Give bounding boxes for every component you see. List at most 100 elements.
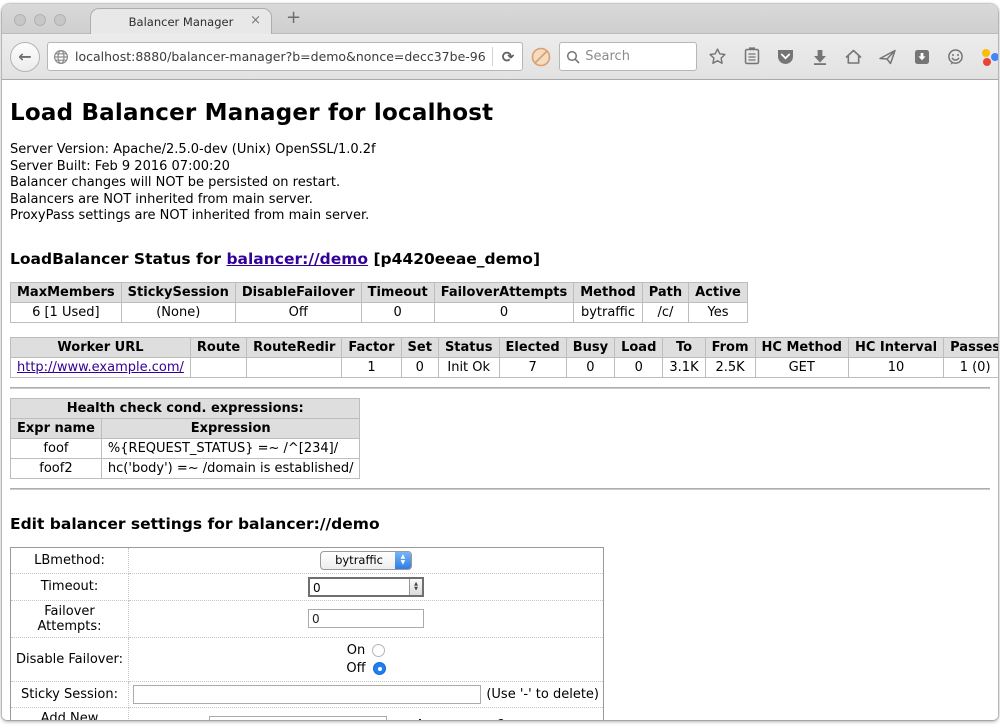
balancer-status-table: MaxMembers StickySession DisableFailover… bbox=[10, 282, 748, 323]
extension-download-icon[interactable] bbox=[908, 42, 935, 72]
edit-settings-heading: Edit balancer settings for balancer://de… bbox=[10, 515, 990, 533]
add-worker-label: Add New Worker: bbox=[11, 707, 129, 720]
col-worker-url: Worker URL bbox=[11, 337, 191, 357]
col-hc-method: HC Method bbox=[755, 337, 848, 357]
search-bar[interactable] bbox=[559, 42, 697, 71]
disable-failover-row: Disable Failover: On Off bbox=[11, 637, 604, 681]
lbmethod-select[interactable]: bytraffic ▲▼ bbox=[320, 551, 412, 570]
are-you-sure-label: Are you sure? bbox=[415, 718, 504, 720]
download-icon[interactable] bbox=[806, 42, 833, 72]
reload-icon[interactable]: ⟳ bbox=[499, 48, 518, 66]
balancer-demo-link[interactable]: balancer://demo bbox=[226, 250, 368, 268]
cell-disablefailover: Off bbox=[235, 302, 361, 322]
disable-failover-on-radio[interactable] bbox=[372, 644, 385, 657]
cell-factor: 1 bbox=[342, 357, 401, 377]
failover-attempts-input[interactable] bbox=[308, 609, 424, 628]
timeout-input[interactable]: 0 ▲▼ bbox=[308, 577, 424, 597]
cell-hc-interval: 10 bbox=[848, 357, 943, 377]
health-row-foof: foof %{REQUEST_STATUS} =~ /^[234]/ bbox=[11, 438, 360, 458]
worker-table: Worker URL Route RouteRedir Factor Set S… bbox=[10, 337, 998, 378]
health-header-row: Expr name Expression bbox=[11, 418, 360, 438]
tab-bar: Balancer Manager × + bbox=[2, 4, 998, 33]
col-expression: Expression bbox=[101, 418, 360, 438]
add-worker-input[interactable] bbox=[209, 716, 387, 720]
lbmethod-selected-value: bytraffic bbox=[335, 553, 383, 567]
sticky-session-hint: (Use '-' to delete) bbox=[486, 687, 599, 702]
radio-off-label: Off bbox=[346, 661, 365, 676]
window-zoom-button[interactable] bbox=[54, 14, 66, 26]
cell-busy: 0 bbox=[566, 357, 614, 377]
status-heading-suffix: [p4420eeae_demo] bbox=[368, 250, 540, 268]
colored-dots-icon[interactable] bbox=[976, 42, 998, 72]
col-routeredir: RouteRedir bbox=[247, 337, 342, 357]
cell-load: 0 bbox=[615, 357, 663, 377]
col-status: Status bbox=[438, 337, 499, 357]
cell-failoverattempts: 0 bbox=[434, 302, 574, 322]
search-icon bbox=[566, 50, 580, 64]
pocket-icon[interactable] bbox=[772, 42, 799, 72]
sticky-session-label: Sticky Session: bbox=[11, 681, 129, 707]
health-table-title: Health check cond. expressions: bbox=[11, 398, 360, 418]
section-divider bbox=[10, 488, 990, 490]
number-spinner-icon[interactable]: ▲▼ bbox=[409, 579, 422, 595]
send-plane-icon[interactable] bbox=[874, 42, 901, 72]
health-title-row: Health check cond. expressions: bbox=[11, 398, 360, 418]
col-active: Active bbox=[689, 282, 748, 302]
timeout-label: Timeout: bbox=[11, 573, 129, 600]
server-info: Server Version: Apache/2.5.0-dev (Unix) … bbox=[10, 142, 990, 225]
disable-failover-off-radio[interactable] bbox=[373, 662, 386, 675]
url-bar[interactable]: localhost:8880/balancer-manager?b=demo&n… bbox=[47, 42, 523, 71]
col-from: From bbox=[705, 337, 755, 357]
radio-on-label: On bbox=[347, 643, 365, 658]
back-button[interactable]: ← bbox=[10, 42, 40, 72]
balancer-data-row: 6 [1 Used] (None) Off 0 0 bytraffic /c/ … bbox=[11, 302, 748, 322]
proxypass-note-line: ProxyPass settings are NOT inherited fro… bbox=[10, 208, 990, 225]
lbmethod-row: LBmethod: bytraffic ▲▼ bbox=[11, 547, 604, 573]
tab-balancer-manager[interactable]: Balancer Manager × bbox=[90, 8, 272, 34]
search-input[interactable] bbox=[585, 49, 690, 64]
lbmethod-label: LBmethod: bbox=[11, 547, 129, 573]
failover-attempts-row: Failover Attempts: bbox=[11, 600, 604, 637]
col-busy: Busy bbox=[566, 337, 614, 357]
bookmark-star-icon[interactable] bbox=[704, 42, 731, 72]
disable-failover-label: Disable Failover: bbox=[11, 637, 129, 681]
cell-worker-url: http://www.example.com/ bbox=[11, 357, 191, 377]
cell-expression: %{REQUEST_STATUS} =~ /^[234]/ bbox=[101, 438, 360, 458]
col-timeout: Timeout bbox=[361, 282, 434, 302]
new-tab-button[interactable]: + bbox=[286, 7, 301, 28]
page-content: Load Balancer Manager for localhost Serv… bbox=[2, 80, 998, 720]
col-elected: Elected bbox=[499, 337, 566, 357]
window-close-button[interactable] bbox=[14, 14, 26, 26]
home-icon[interactable] bbox=[840, 42, 867, 72]
sticky-session-input[interactable] bbox=[133, 685, 481, 704]
reading-list-icon[interactable] bbox=[738, 42, 765, 72]
col-method: Method bbox=[574, 282, 642, 302]
col-load: Load bbox=[615, 337, 663, 357]
failover-attempts-label: Failover Attempts: bbox=[11, 600, 129, 637]
col-factor: Factor bbox=[342, 337, 401, 357]
col-failoverattempts: FailoverAttempts bbox=[434, 282, 574, 302]
block-icon[interactable] bbox=[530, 46, 552, 68]
globe-icon bbox=[53, 49, 69, 65]
col-route: Route bbox=[190, 337, 246, 357]
cell-set: 0 bbox=[401, 357, 438, 377]
cell-status: Init Ok bbox=[438, 357, 499, 377]
smiley-icon[interactable] bbox=[942, 42, 969, 72]
timeout-row: Timeout: 0 ▲▼ bbox=[11, 573, 604, 600]
worker-url-link[interactable]: http://www.example.com/ bbox=[17, 360, 184, 375]
cell-expression: hc('body') =~ /domain is established/ bbox=[101, 458, 360, 478]
col-disablefailover: DisableFailover bbox=[235, 282, 361, 302]
col-stickysession: StickySession bbox=[121, 282, 235, 302]
col-set: Set bbox=[401, 337, 438, 357]
edit-balancer-form: LBmethod: bytraffic ▲▼ Timeout: 0 ▲▼ bbox=[10, 547, 604, 720]
sticky-session-row: Sticky Session: (Use '-' to delete) bbox=[11, 681, 604, 707]
col-to: To bbox=[663, 337, 705, 357]
cell-active: Yes bbox=[689, 302, 748, 322]
health-check-table: Health check cond. expressions: Expr nam… bbox=[10, 398, 360, 479]
cell-to: 3.1K bbox=[663, 357, 705, 377]
url-text: localhost:8880/balancer-manager?b=demo&n… bbox=[75, 49, 486, 64]
tab-close-icon[interactable]: × bbox=[250, 13, 261, 28]
inherit-note-line: Balancers are NOT inherited from main se… bbox=[10, 192, 990, 209]
window-minimize-button[interactable] bbox=[34, 14, 46, 26]
col-passes: Passes bbox=[944, 337, 998, 357]
